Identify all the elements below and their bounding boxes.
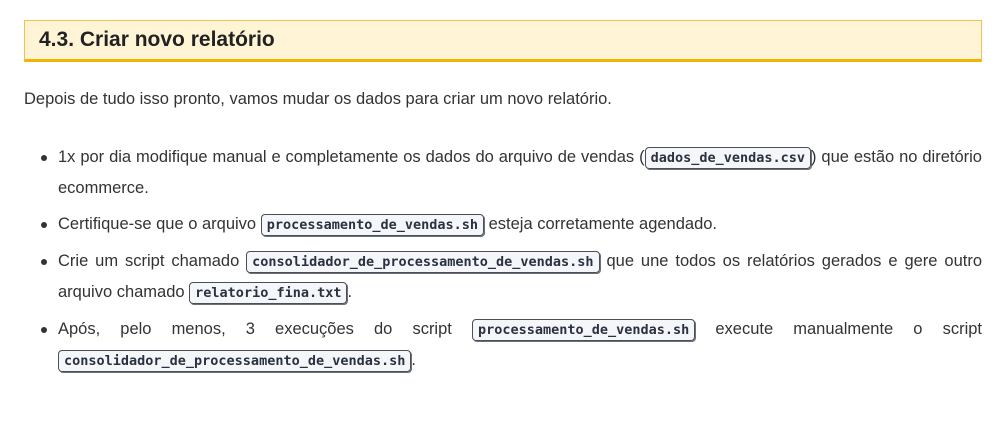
item-text: Após, pelo menos, 3 execuções do script (58, 320, 472, 338)
bullet-icon (41, 259, 47, 265)
inline-code: relatorio_fina.txt (189, 282, 348, 304)
section-title: 4.3. Criar novo relatório (39, 28, 275, 51)
document-page: 4.3. Criar novo relatório Depois de tudo… (0, 20, 1008, 424)
item-text: Certifique-se que o arquivo (58, 215, 261, 233)
task-list: 1x por dia modifique manual e completame… (24, 142, 982, 376)
item-text: esteja corretamente agendado. (484, 215, 718, 233)
inline-code: processamento_de_vendas.sh (471, 319, 696, 341)
item-text: . (347, 283, 353, 301)
bullet-icon (41, 222, 47, 228)
item-text: 1x por dia modifique manual e completame… (58, 148, 645, 166)
inline-code: consolidador_de_processamento_de_vendas.… (246, 251, 600, 273)
item-text: execute manualmente o script (695, 320, 982, 338)
list-item: Certifique-se que o arquivo processament… (24, 209, 982, 240)
list-item: Crie um script chamado consolidador_de_p… (24, 246, 982, 308)
section-heading-box: 4.3. Criar novo relatório (24, 20, 982, 62)
bullet-icon (41, 327, 47, 333)
inline-code: processamento_de_vendas.sh (260, 214, 485, 236)
inline-code: dados_de_vendas.csv (644, 147, 812, 169)
intro-paragraph: Depois de tudo isso pronto, vamos mudar … (24, 90, 612, 108)
list-item: Após, pelo menos, 3 execuções do script … (24, 314, 982, 376)
list-item: 1x por dia modifique manual e completame… (24, 142, 982, 203)
inline-code: consolidador_de_processamento_de_vendas.… (58, 350, 412, 372)
bullet-icon (41, 155, 47, 161)
item-text: . (411, 351, 416, 369)
item-text: Crie um script chamado (58, 252, 247, 270)
